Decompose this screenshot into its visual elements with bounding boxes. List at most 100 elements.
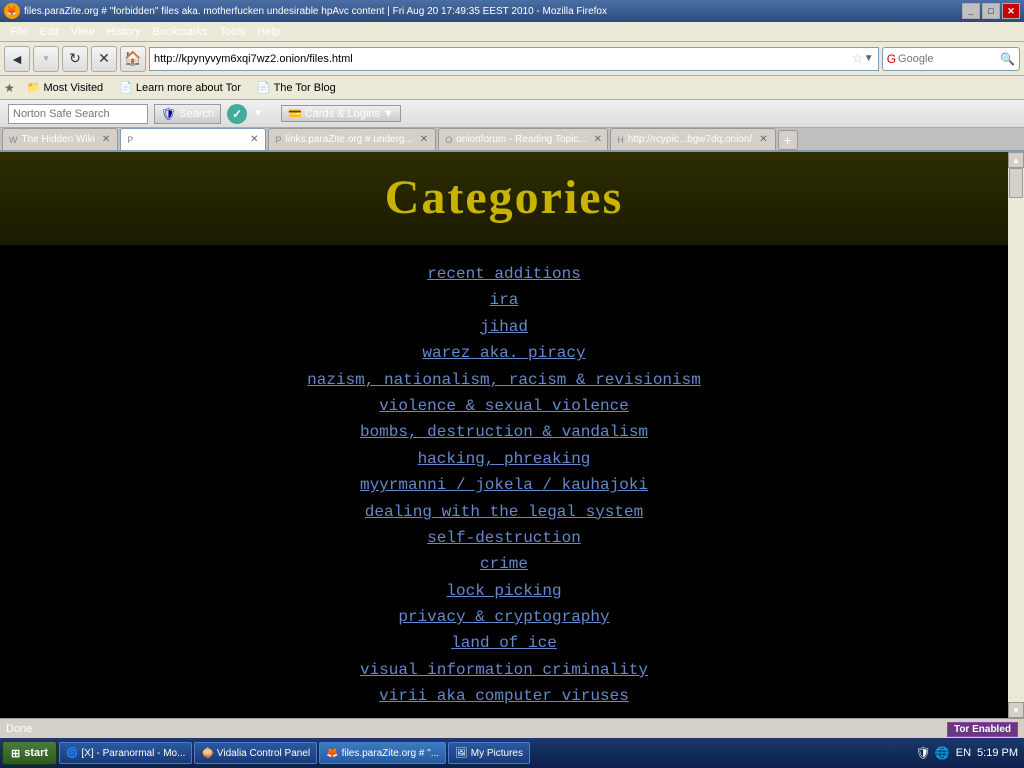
scroll-thumb[interactable] [1009, 168, 1023, 198]
category-legal[interactable]: dealing with the legal system [0, 499, 1008, 525]
maximize-button[interactable]: □ [982, 3, 1000, 19]
system-tray: 🛡 🌐 [916, 746, 950, 760]
bookmark-page-icon: 📄 [119, 81, 133, 94]
taskbar-firefox[interactable]: 🦊 files.paraZite.org # "... [319, 742, 446, 764]
scroll-down-button[interactable]: ▼ [1008, 702, 1024, 718]
page-scroll-container[interactable]: Categories recent additions ira jihad wa… [0, 152, 1024, 718]
search-submit-icon[interactable]: 🔍 [1000, 52, 1015, 66]
tab-close-wiki[interactable]: ✕ [101, 134, 111, 145]
star-icon[interactable]: ☆ [851, 50, 864, 67]
tab-parazite[interactable]: P files.paraZite.org # "fo... ✕ [120, 128, 266, 150]
bookmarks-bar: ★ 📁 Most Visited 📄 Learn more about Tor … [0, 76, 1024, 100]
taskbar-vidalia-icon: 🧅 [201, 748, 213, 759]
tab-favicon-onion: O [445, 135, 452, 145]
scroll-up-button[interactable]: ▲ [1008, 152, 1024, 168]
start-button[interactable]: ⊞ start [2, 741, 57, 765]
status-text: Done [6, 723, 32, 735]
status-bar: Done Tor Enabled [0, 718, 1024, 738]
norton-search-button[interactable]: 🛡 Search [154, 104, 221, 124]
menu-view[interactable]: View [65, 25, 101, 39]
taskbar-pictures[interactable]: 🖼 My Pictures [448, 742, 530, 764]
tray-network-icon: 🌐 [935, 746, 950, 760]
tab-favicon-rcypic: H [617, 135, 624, 145]
cards-dropdown-icon: ▼ [383, 108, 394, 120]
menu-tools[interactable]: Tools [214, 25, 252, 39]
category-nazism[interactable]: nazism, nationalism, racism & revisionis… [0, 367, 1008, 393]
menu-file[interactable]: File [4, 25, 34, 39]
stop-button[interactable]: ✕ [91, 46, 117, 72]
bookmark-tor-blog[interactable]: 📄 The Tor Blog [253, 80, 340, 95]
close-button[interactable]: ✕ [1002, 3, 1020, 19]
search-input[interactable] [898, 53, 998, 65]
bookmark-icon: 📁 [27, 81, 41, 94]
taskbar-paranormal-icon: 🌀 [66, 748, 78, 759]
category-bombs[interactable]: bombs, destruction & vandalism [0, 419, 1008, 445]
cards-logins-button[interactable]: 💳 Cards & Logins ▼ [281, 105, 401, 122]
tray-language: EN [956, 747, 971, 759]
tab-close-onion[interactable]: ✕ [593, 134, 603, 145]
category-virii[interactable]: virii aka computer viruses [0, 683, 1008, 709]
category-visual[interactable]: visual information criminality [0, 657, 1008, 683]
tab-favicon-parazite: P [127, 135, 133, 145]
address-input[interactable] [154, 53, 851, 65]
home-button[interactable]: 🏠 [120, 46, 146, 72]
norton-shield-icon: 🛡 [161, 107, 176, 121]
cards-icon: 💳 [288, 107, 302, 120]
bookmarks-star-icon: ★ [4, 81, 15, 95]
tab-close-links[interactable]: ✕ [419, 134, 429, 145]
bookmark-learn-tor[interactable]: 📄 Learn more about Tor [115, 80, 245, 95]
category-violence[interactable]: violence & sexual violence [0, 393, 1008, 419]
category-land-of-ice[interactable]: land of ice [0, 630, 1008, 656]
address-bar[interactable]: ☆ ▼ [149, 47, 879, 71]
taskbar-vidalia[interactable]: 🧅 Vidalia Control Panel [194, 742, 317, 764]
category-hacking[interactable]: hacking, phreaking [0, 446, 1008, 472]
windows-logo: ⊞ [11, 747, 20, 760]
taskbar-pictures-icon: 🖼 [455, 748, 468, 759]
menu-bar: File Edit View History Bookmarks Tools H… [0, 22, 1024, 42]
page-header: Categories [0, 152, 1008, 245]
reload-button[interactable]: ↻ [62, 46, 88, 72]
tab-hidden-wiki[interactable]: W The Hidden Wiki ✕ [2, 128, 118, 150]
tab-close-rcypic[interactable]: ✕ [758, 134, 768, 145]
search-box: G 🔍 [882, 47, 1020, 71]
category-jihad[interactable]: jihad [0, 314, 1008, 340]
safe-dropdown[interactable]: ▼ [253, 108, 263, 119]
page-title: Categories [0, 170, 1008, 225]
firefox-icon: 🦊 [4, 3, 20, 19]
back-button[interactable]: ◄ [4, 46, 30, 72]
category-self-destruction[interactable]: self-destruction [0, 525, 1008, 551]
new-tab-button[interactable]: + [778, 130, 798, 150]
category-warez[interactable]: warez aka. piracy [0, 340, 1008, 366]
minimize-button[interactable]: _ [962, 3, 980, 19]
taskbar-right: 🛡 🌐 EN 5:19 PM [916, 746, 1022, 760]
scrollbar[interactable]: ▲ ▼ [1008, 152, 1024, 718]
address-dropdown[interactable]: ▼ [864, 53, 874, 64]
category-lock-picking[interactable]: lock picking [0, 578, 1008, 604]
category-privacy[interactable]: privacy & cryptography [0, 604, 1008, 630]
menu-edit[interactable]: Edit [34, 25, 65, 39]
menu-history[interactable]: History [100, 25, 146, 39]
category-ira[interactable]: ira [0, 287, 1008, 313]
tab-links-parazite[interactable]: P links.paraZite.org # underg... ✕ [268, 128, 436, 150]
tray-security-icon: 🛡 [916, 746, 931, 760]
navigation-bar: ◄ ▼ ↻ ✕ 🏠 ☆ ▼ G 🔍 [0, 42, 1024, 76]
taskbar-paranormal[interactable]: 🌀 [X] - Paranormal - Mo... [59, 742, 192, 764]
tray-clock: 5:19 PM [977, 747, 1018, 759]
menu-bookmarks[interactable]: Bookmarks [147, 25, 214, 39]
category-crime[interactable]: crime [0, 551, 1008, 577]
tab-rcypic[interactable]: H http://rcypic...bgw7dq.onion/ ✕ [610, 128, 775, 150]
bookmark-blog-icon: 📄 [257, 81, 271, 94]
category-recent-additions[interactable]: recent additions [0, 261, 1008, 287]
tab-favicon-wiki: W [9, 135, 18, 145]
title-bar: 🦊 files.paraZite.org # "forbidden" files… [0, 0, 1024, 22]
menu-help[interactable]: Help [251, 25, 286, 39]
norton-search-box[interactable] [8, 104, 148, 124]
category-myyrmanni[interactable]: myyrmanni / jokela / kauhajoki [0, 472, 1008, 498]
scroll-track[interactable] [1008, 168, 1024, 702]
tab-close-parazite[interactable]: ✕ [249, 134, 259, 145]
bookmark-most-visited[interactable]: 📁 Most Visited [23, 80, 107, 95]
safe-check-icon: ✓ [227, 104, 247, 124]
back-dropdown[interactable]: ▼ [42, 54, 50, 63]
tab-onionforum[interactable]: O onionforum - Reading Topic... ✕ [438, 128, 608, 150]
norton-search-input[interactable] [13, 108, 143, 120]
